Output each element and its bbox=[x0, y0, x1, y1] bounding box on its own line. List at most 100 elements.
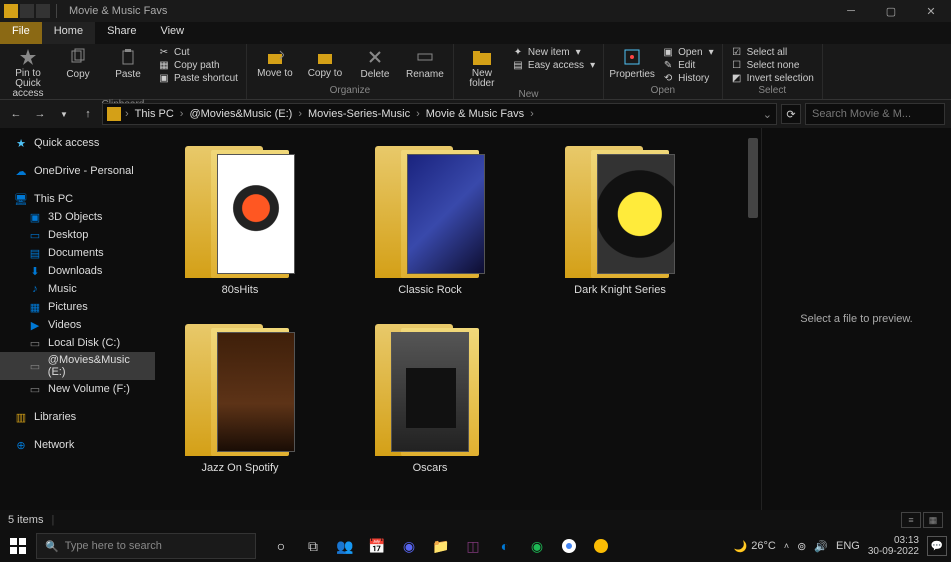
cortana-icon[interactable]: ○ bbox=[268, 533, 294, 559]
chevron-right-icon[interactable]: › bbox=[123, 108, 131, 120]
sidebar-desktop[interactable]: ▭Desktop bbox=[0, 226, 155, 244]
tab-home[interactable]: Home bbox=[42, 22, 95, 44]
spotify-icon[interactable]: ◉ bbox=[524, 533, 550, 559]
sidebar-documents[interactable]: ▤Documents bbox=[0, 244, 155, 262]
sidebar-drive-e[interactable]: ▭@Movies&Music (E:) bbox=[0, 352, 155, 380]
sidebar-pictures[interactable]: ▦Pictures bbox=[0, 298, 155, 316]
taskbar-search[interactable]: 🔍 Type here to search bbox=[36, 533, 256, 559]
item-count: 5 items bbox=[8, 514, 43, 526]
qat-icon[interactable] bbox=[36, 4, 50, 18]
folder-item[interactable]: Classic Rock bbox=[365, 138, 495, 296]
folder-item[interactable]: Oscars bbox=[365, 316, 495, 474]
scrollbar-thumb[interactable] bbox=[748, 138, 758, 218]
explorer-icon[interactable]: 📁 bbox=[428, 533, 454, 559]
properties-button[interactable]: Properties bbox=[610, 46, 654, 80]
maximize-button[interactable]: ▢ bbox=[871, 0, 911, 22]
sidebar-drive-f[interactable]: ▭New Volume (F:) bbox=[0, 380, 155, 398]
drive-icon: ▭ bbox=[28, 359, 42, 373]
breadcrumb-item[interactable]: Movies-Series-Music bbox=[306, 108, 412, 120]
breadcrumb-item[interactable]: @Movies&Music (E:) bbox=[187, 108, 294, 120]
chrome-icon[interactable] bbox=[556, 533, 582, 559]
volume-icon[interactable]: 🔊 bbox=[814, 540, 828, 553]
sidebar-quick-access[interactable]: ★Quick access bbox=[0, 134, 155, 152]
recent-button[interactable]: ▼ bbox=[54, 104, 74, 124]
paste-shortcut-button[interactable]: ▣Paste shortcut bbox=[156, 72, 240, 84]
breadcrumb-item[interactable]: Movie & Music Favs bbox=[424, 108, 526, 120]
tab-share[interactable]: Share bbox=[95, 22, 148, 44]
history-button[interactable]: ⟲History bbox=[660, 72, 716, 84]
select-all-button[interactable]: ☑Select all bbox=[729, 46, 816, 58]
tab-view[interactable]: View bbox=[148, 22, 196, 44]
sidebar-downloads[interactable]: ⬇Downloads bbox=[0, 262, 155, 280]
videos-icon: ▶ bbox=[28, 318, 42, 332]
minimize-button[interactable]: ─ bbox=[831, 0, 871, 22]
thumbnails-view-button[interactable]: ▦ bbox=[923, 512, 943, 528]
folder-item[interactable]: 80sHits bbox=[175, 138, 305, 296]
clock[interactable]: 03:13 30-09-2022 bbox=[868, 535, 919, 557]
chevron-right-icon[interactable]: › bbox=[528, 108, 536, 120]
edge-icon[interactable]: ◐ bbox=[492, 533, 518, 559]
drive-icon: ▭ bbox=[28, 336, 42, 350]
easy-access-button[interactable]: ▤Easy access▾ bbox=[510, 59, 597, 71]
sidebar-local-c[interactable]: ▭Local Disk (C:) bbox=[0, 334, 155, 352]
cut-button[interactable]: ✂Cut bbox=[156, 46, 240, 58]
new-folder-button[interactable]: New folder bbox=[460, 46, 504, 89]
copy-button[interactable]: Copy bbox=[56, 46, 100, 80]
chevron-right-icon[interactable]: › bbox=[414, 108, 422, 120]
notifications-button[interactable]: 💬 bbox=[927, 536, 947, 556]
tab-file[interactable]: File bbox=[0, 22, 42, 44]
file-view[interactable]: 80sHits Classic Rock Dark Knight Series Jaz… bbox=[155, 128, 745, 510]
discord-icon[interactable]: ◉ bbox=[396, 533, 422, 559]
move-to-button[interactable]: Move to bbox=[253, 46, 297, 79]
select-none-button[interactable]: ☐Select none bbox=[729, 59, 816, 71]
sidebar-music[interactable]: ♪Music bbox=[0, 280, 155, 298]
folder-item[interactable]: Dark Knight Series bbox=[555, 138, 685, 296]
folder-item[interactable]: Jazz On Spotify bbox=[175, 316, 305, 474]
close-button[interactable]: ✕ bbox=[911, 0, 951, 22]
canary-icon[interactable] bbox=[588, 533, 614, 559]
wifi-icon[interactable]: ⊚ bbox=[797, 540, 806, 553]
chevron-right-icon[interactable]: › bbox=[296, 108, 304, 120]
weather-widget[interactable]: 🌙26°C bbox=[734, 540, 776, 553]
pin-quick-access-button[interactable]: Pin to Quick access bbox=[6, 46, 50, 99]
forward-button[interactable]: → bbox=[30, 104, 50, 124]
ribbon-tabs: File Home Share View bbox=[0, 22, 951, 44]
address-dropdown-button[interactable]: ⌄ bbox=[763, 108, 772, 121]
copy-to-button[interactable]: Copy to bbox=[303, 46, 347, 79]
back-button[interactable]: ← bbox=[6, 104, 26, 124]
up-button[interactable]: ↑ bbox=[78, 104, 98, 124]
documents-icon: ▤ bbox=[28, 246, 42, 260]
start-button[interactable] bbox=[4, 532, 32, 560]
select-all-icon: ☑ bbox=[731, 46, 743, 58]
edit-button[interactable]: ✎Edit bbox=[660, 59, 716, 71]
language-indicator[interactable]: ENG bbox=[836, 540, 860, 552]
open-button[interactable]: ▣Open▾ bbox=[660, 46, 716, 58]
search-input[interactable]: Search Movie & M... bbox=[805, 103, 945, 125]
copy-label: Copy bbox=[66, 69, 89, 80]
breadcrumb-item[interactable]: This PC bbox=[133, 108, 176, 120]
chevron-right-icon[interactable]: › bbox=[178, 108, 186, 120]
teams-icon[interactable]: 👥 bbox=[332, 533, 358, 559]
paste-button[interactable]: Paste bbox=[106, 46, 150, 80]
sidebar-videos[interactable]: ▶Videos bbox=[0, 316, 155, 334]
delete-button[interactable]: Delete bbox=[353, 46, 397, 80]
qat-icon[interactable] bbox=[20, 4, 34, 18]
invert-selection-button[interactable]: ◩Invert selection bbox=[729, 72, 816, 84]
sidebar-3d-objects[interactable]: ▣3D Objects bbox=[0, 208, 155, 226]
rename-button[interactable]: Rename bbox=[403, 46, 447, 80]
tray-chevron-icon[interactable]: ˄ bbox=[784, 541, 789, 551]
address-bar[interactable]: › This PC › @Movies&Music (E:) › Movies-… bbox=[102, 103, 777, 125]
details-view-button[interactable]: ≡ bbox=[901, 512, 921, 528]
scrollbar[interactable] bbox=[745, 128, 761, 510]
onenote-icon[interactable]: ◫ bbox=[460, 533, 486, 559]
ribbon: Pin to Quick access Copy Paste ✂Cut ▦Cop… bbox=[0, 44, 951, 100]
refresh-button[interactable]: ⟳ bbox=[781, 104, 801, 124]
task-view-icon[interactable]: ⧉ bbox=[300, 533, 326, 559]
sidebar-onedrive[interactable]: ☁OneDrive - Personal bbox=[0, 162, 155, 180]
calendar-icon[interactable]: 📅 bbox=[364, 533, 390, 559]
copy-path-button[interactable]: ▦Copy path bbox=[156, 59, 240, 71]
sidebar-this-pc[interactable]: 🖥This PC bbox=[0, 190, 155, 208]
new-item-button[interactable]: ✦New item▾ bbox=[510, 46, 597, 58]
sidebar-network[interactable]: ⊕Network bbox=[0, 436, 155, 454]
sidebar-libraries[interactable]: ▥Libraries bbox=[0, 408, 155, 426]
